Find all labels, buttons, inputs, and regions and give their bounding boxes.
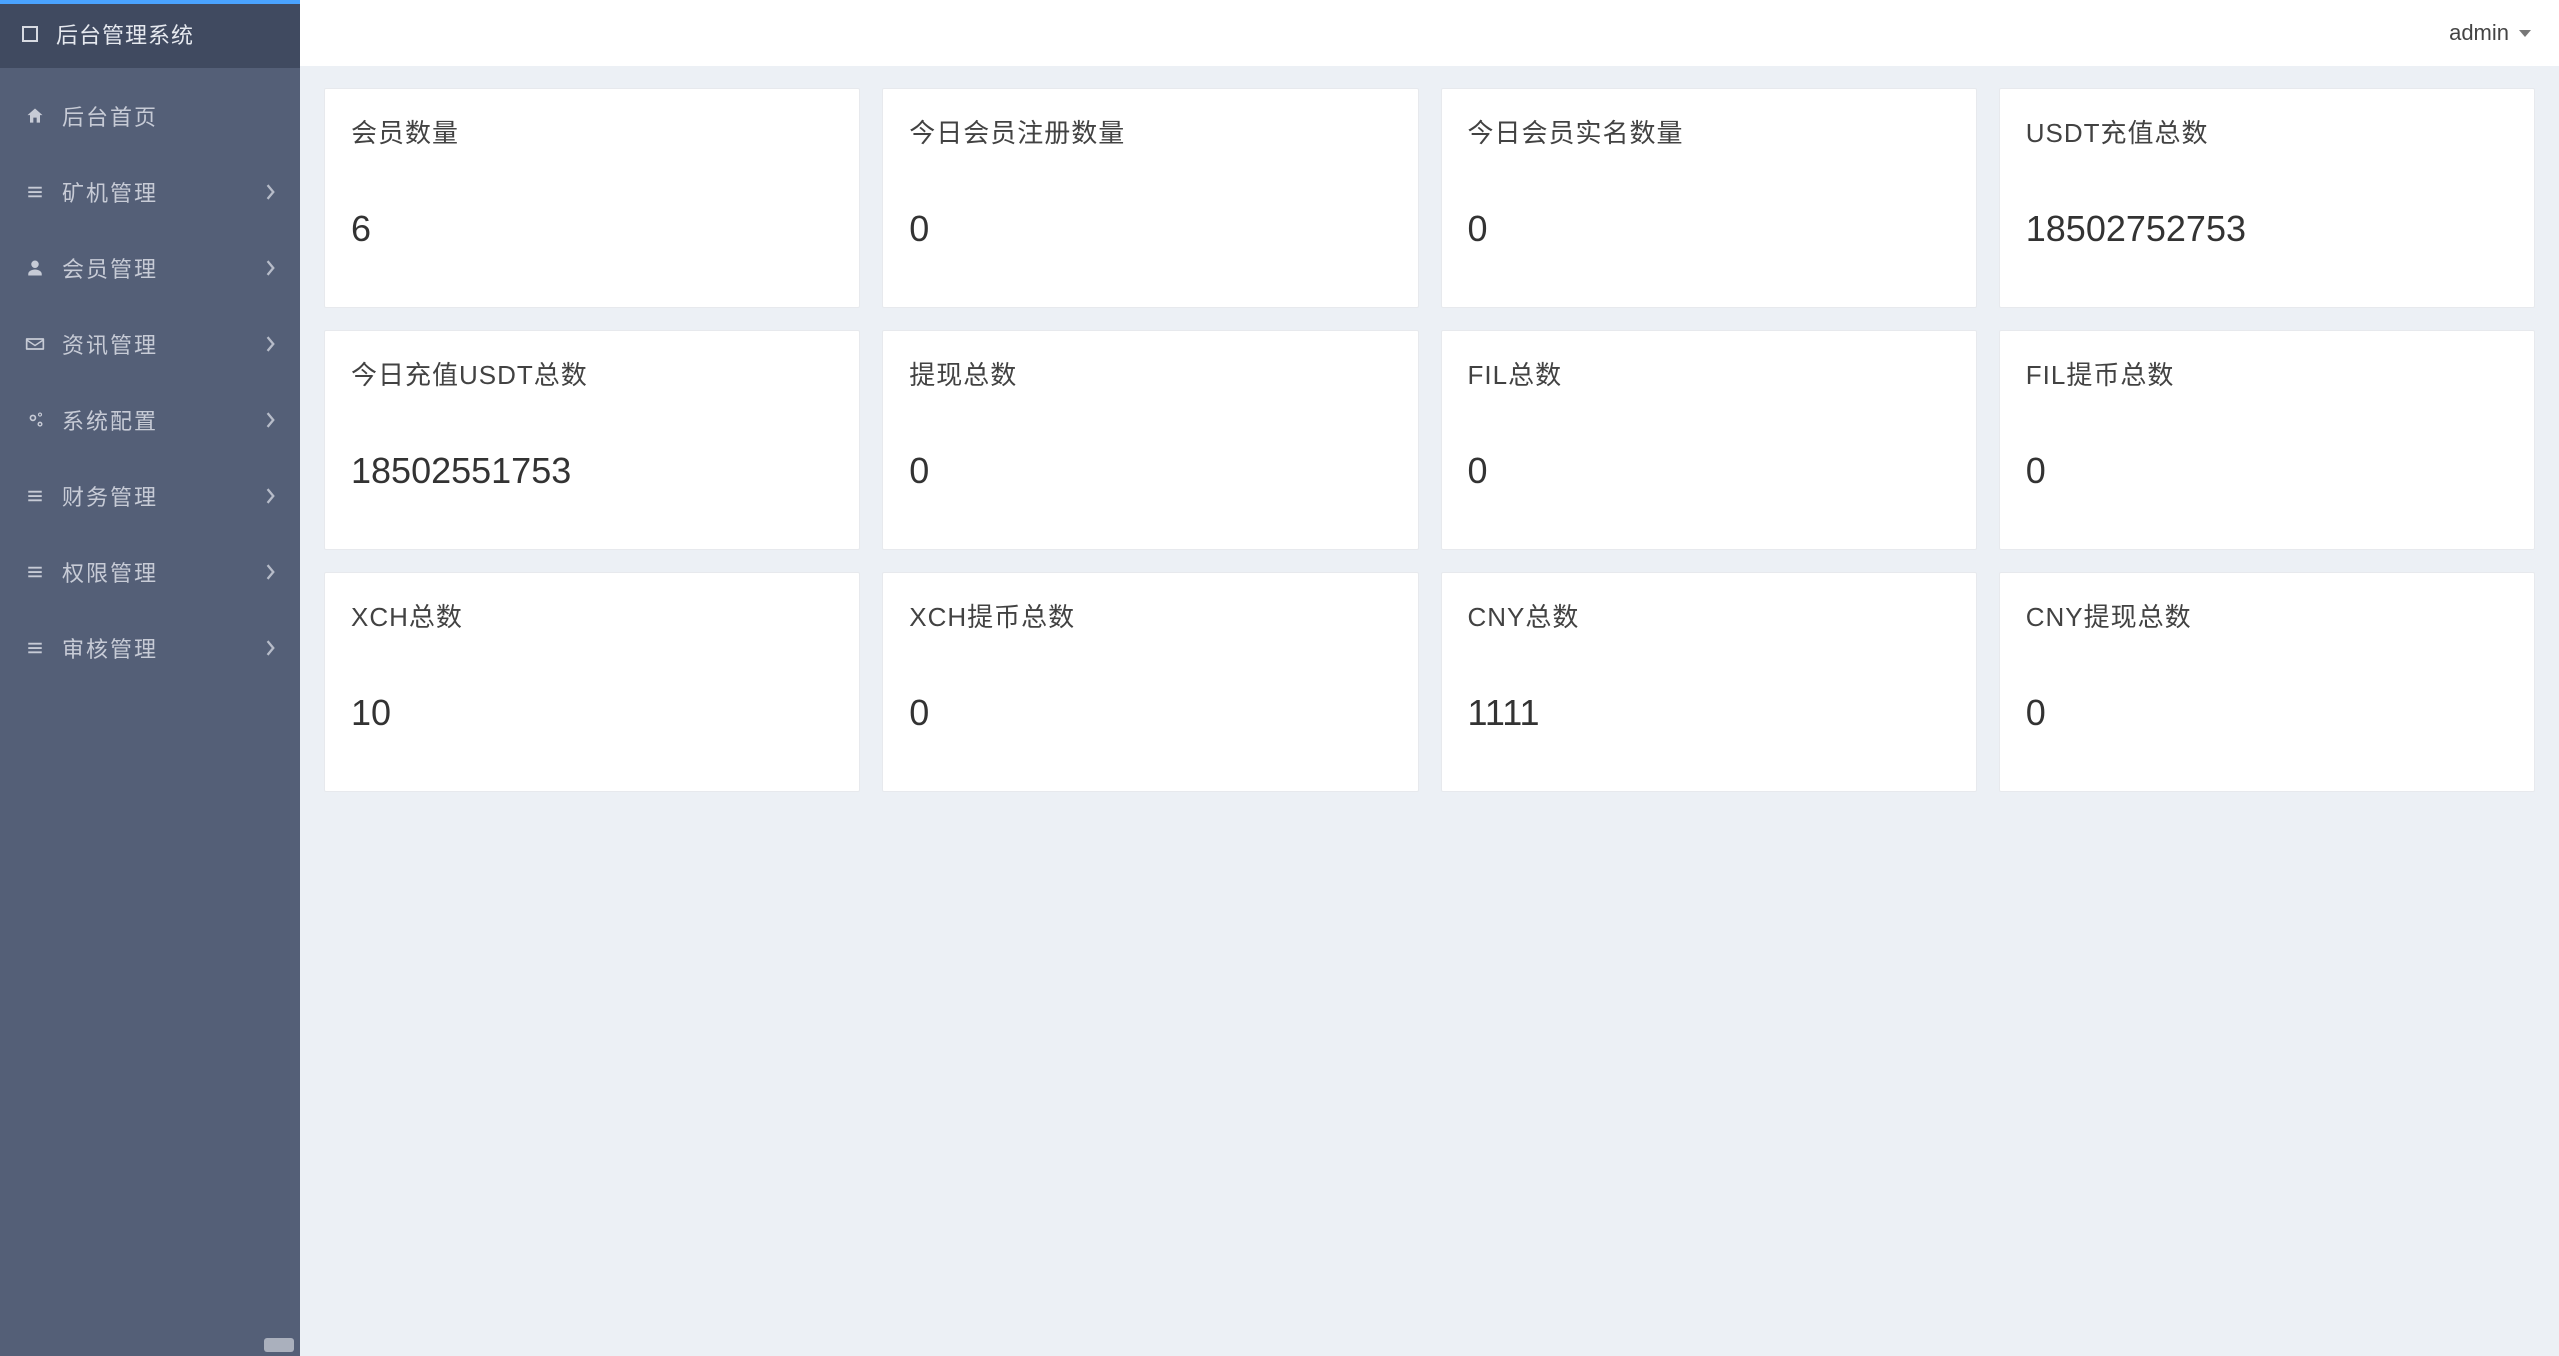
sidebar: 后台管理系统 后台首页矿机管理会员管理资讯管理系统配置财务管理权限管理审核管理 xyxy=(0,0,300,1356)
stat-card: 今日会员注册数量 0 xyxy=(882,88,1418,308)
stat-card-title: CNY提现总数 xyxy=(2026,597,2508,634)
stat-card-value: 0 xyxy=(2026,450,2508,492)
bars-icon xyxy=(24,183,46,201)
stat-card: CNY提现总数 0 xyxy=(1999,572,2535,792)
sidebar-item-7[interactable]: 审核管理 xyxy=(0,610,300,686)
stat-card: 会员数量 6 xyxy=(324,88,860,308)
user-menu[interactable]: admin xyxy=(2449,20,2531,46)
stat-card-value: 10 xyxy=(351,692,833,734)
chevron-right-icon xyxy=(266,336,276,352)
chevron-right-icon xyxy=(266,640,276,656)
chevron-right-icon xyxy=(266,184,276,200)
stat-card-value: 0 xyxy=(2026,692,2508,734)
content: 会员数量 6 今日会员注册数量 0 今日会员实名数量 0 USDT充值总数 185027527… xyxy=(300,66,2559,1356)
user-icon xyxy=(24,258,46,278)
sidebar-item-6[interactable]: 权限管理 xyxy=(0,534,300,610)
stat-card: 提现总数 0 xyxy=(882,330,1418,550)
stat-card-value: 0 xyxy=(909,692,1391,734)
stat-card-title: FIL提币总数 xyxy=(2026,355,2508,392)
sidebar-item-4[interactable]: 系统配置 xyxy=(0,382,300,458)
stat-card: CNY总数 1111 xyxy=(1441,572,1977,792)
stat-card: FIL总数 0 xyxy=(1441,330,1977,550)
stat-card-value: 18502752753 xyxy=(2026,208,2508,250)
topbar: admin xyxy=(300,0,2559,66)
sidebar-item-label: 审核管理 xyxy=(62,632,266,664)
dashboard-cards: 会员数量 6 今日会员注册数量 0 今日会员实名数量 0 USDT充值总数 185027527… xyxy=(324,88,2535,792)
app-logo-icon xyxy=(22,26,38,42)
sidebar-item-0[interactable]: 后台首页 xyxy=(0,78,300,154)
sidebar-header: 后台管理系统 xyxy=(0,0,300,68)
main-area: admin 会员数量 6 今日会员注册数量 0 今日会员实名数量 0 USDT充值总数 185… xyxy=(300,0,2559,1356)
stat-card-title: 今日会员注册数量 xyxy=(909,113,1391,150)
sidebar-item-label: 后台首页 xyxy=(62,100,276,132)
chevron-right-icon xyxy=(266,412,276,428)
stat-card: FIL提币总数 0 xyxy=(1999,330,2535,550)
stat-card-title: XCH总数 xyxy=(351,597,833,634)
scrollbar-handle[interactable] xyxy=(264,1338,294,1352)
cogs-icon xyxy=(24,410,46,430)
stat-card-value: 0 xyxy=(909,450,1391,492)
stat-card-value: 1111 xyxy=(1468,692,1950,734)
stat-card-value: 18502551753 xyxy=(351,450,833,492)
stat-card: 今日会员实名数量 0 xyxy=(1441,88,1977,308)
caret-down-icon xyxy=(2519,30,2531,37)
app-title: 后台管理系统 xyxy=(56,18,194,50)
stat-card: USDT充值总数 18502752753 xyxy=(1999,88,2535,308)
stat-card-value: 0 xyxy=(909,208,1391,250)
stat-card-title: FIL总数 xyxy=(1468,355,1950,392)
sidebar-item-label: 系统配置 xyxy=(62,404,266,436)
bars-icon xyxy=(24,563,46,581)
stat-card-value: 0 xyxy=(1468,450,1950,492)
sidebar-item-label: 会员管理 xyxy=(62,252,266,284)
stat-card-title: 会员数量 xyxy=(351,113,833,150)
stat-card-title: CNY总数 xyxy=(1468,597,1950,634)
sidebar-item-label: 权限管理 xyxy=(62,556,266,588)
sidebar-nav: 后台首页矿机管理会员管理资讯管理系统配置财务管理权限管理审核管理 xyxy=(0,68,300,686)
sidebar-item-label: 矿机管理 xyxy=(62,176,266,208)
stat-card-title: XCH提币总数 xyxy=(909,597,1391,634)
sidebar-item-5[interactable]: 财务管理 xyxy=(0,458,300,534)
sidebar-item-3[interactable]: 资讯管理 xyxy=(0,306,300,382)
stat-card-value: 0 xyxy=(1468,208,1950,250)
stat-card: 今日充值USDT总数 18502551753 xyxy=(324,330,860,550)
home-icon xyxy=(24,106,46,126)
sidebar-item-label: 资讯管理 xyxy=(62,328,266,360)
bars-icon xyxy=(24,487,46,505)
chevron-right-icon xyxy=(266,488,276,504)
stat-card: XCH提币总数 0 xyxy=(882,572,1418,792)
stat-card-title: USDT充值总数 xyxy=(2026,113,2508,150)
stat-card-title: 今日会员实名数量 xyxy=(1468,113,1950,150)
bars-icon xyxy=(24,639,46,657)
chevron-right-icon xyxy=(266,260,276,276)
sidebar-item-2[interactable]: 会员管理 xyxy=(0,230,300,306)
user-label: admin xyxy=(2449,20,2509,46)
chevron-right-icon xyxy=(266,564,276,580)
stat-card: XCH总数 10 xyxy=(324,572,860,792)
sidebar-item-1[interactable]: 矿机管理 xyxy=(0,154,300,230)
sidebar-item-label: 财务管理 xyxy=(62,480,266,512)
envelope-icon xyxy=(24,336,46,352)
stat-card-title: 提现总数 xyxy=(909,355,1391,392)
stat-card-value: 6 xyxy=(351,208,833,250)
stat-card-title: 今日充值USDT总数 xyxy=(351,355,833,392)
